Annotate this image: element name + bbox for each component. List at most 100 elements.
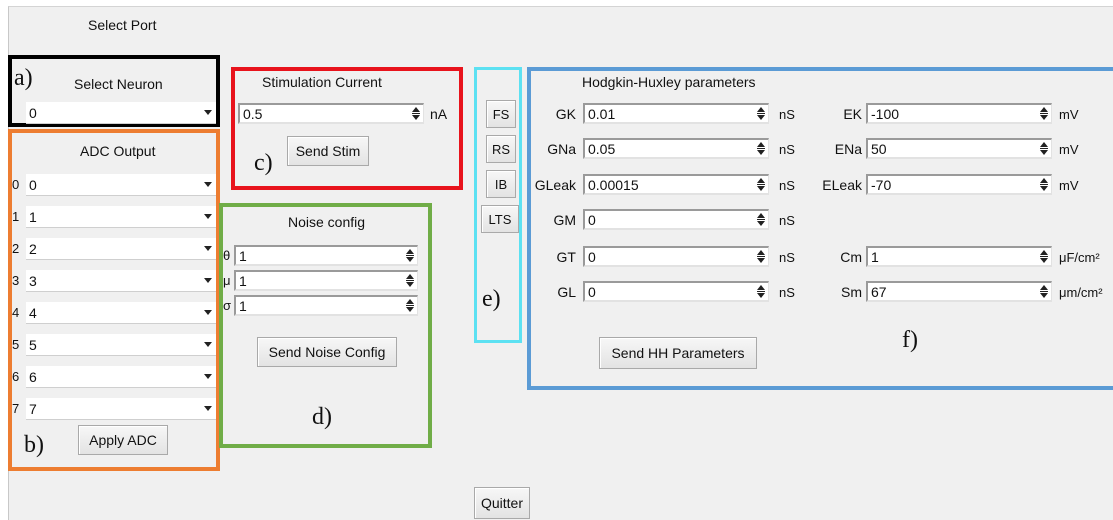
spin-arrows-icon[interactable] — [1040, 283, 1048, 300]
spin-arrows-icon[interactable] — [1040, 105, 1048, 122]
noise-param-symbol: μ — [223, 273, 231, 288]
spin-arrows-icon[interactable] — [1040, 176, 1048, 193]
send-noise-config-button[interactable]: Send Noise Config — [257, 337, 397, 367]
spin-arrows-icon[interactable] — [406, 297, 414, 314]
spin-arrows-icon[interactable] — [1040, 140, 1048, 157]
hh-param-unit: nS — [779, 250, 795, 265]
chevron-down-icon — [204, 214, 212, 219]
preset-button-lts[interactable]: LTS — [481, 205, 519, 233]
preset-button-rs[interactable]: RS — [486, 135, 516, 163]
noise-param-input-value: 1 — [239, 298, 247, 314]
hh-param-input-value: 0 — [588, 212, 596, 228]
spin-arrows-icon[interactable] — [406, 247, 414, 264]
spin-arrows-icon[interactable] — [757, 211, 765, 228]
hh-param-input[interactable]: 67 — [866, 281, 1052, 302]
hh-param-input-value: 50 — [871, 141, 887, 157]
hh-param-label: GNa — [547, 141, 576, 157]
panel-tag-a: a) — [14, 65, 33, 91]
hh-param-unit: nS — [779, 178, 795, 193]
send-stim-button[interactable]: Send Stim — [287, 136, 369, 166]
chevron-down-icon — [204, 374, 212, 379]
hh-param-input-value: -70 — [871, 177, 892, 193]
adc-output-select-value: 0 — [29, 176, 37, 193]
adc-output-select[interactable]: 6 — [26, 366, 216, 388]
chevron-down-icon — [204, 406, 212, 411]
adc-output-select[interactable]: 2 — [26, 238, 216, 260]
noise-param-input[interactable]: 1 — [234, 245, 418, 266]
quit-button[interactable]: Quitter — [474, 487, 530, 519]
hh-param-label: GT — [556, 249, 576, 265]
adc-output-select[interactable]: 4 — [26, 302, 216, 324]
adc-output-select[interactable]: 1 — [26, 206, 216, 228]
hh-param-input[interactable]: 0 — [583, 246, 769, 267]
adc-row-index: 6 — [12, 369, 20, 384]
spin-arrows-icon[interactable] — [757, 176, 765, 193]
adc-output-select-value: 7 — [29, 400, 37, 417]
spin-arrows-icon[interactable] — [406, 272, 414, 289]
adc-output-title: ADC Output — [80, 143, 156, 159]
adc-row-index: 2 — [12, 241, 20, 256]
adc-output-select[interactable]: 5 — [26, 334, 216, 356]
noise-param-symbol: θ — [223, 248, 231, 263]
hh-param-input[interactable]: -100 — [866, 103, 1052, 124]
chevron-down-icon — [204, 342, 212, 347]
hh-param-input-value: 0.01 — [588, 106, 616, 122]
hh-param-input[interactable]: 0 — [583, 209, 769, 230]
chevron-down-icon — [204, 246, 212, 251]
panel-tag-c: c) — [254, 150, 273, 176]
hh-param-input-value: -100 — [871, 106, 900, 122]
preset-button-ib[interactable]: IB — [486, 170, 516, 198]
stim-unit: nA — [430, 106, 448, 122]
stimulation-title: Stimulation Current — [262, 74, 382, 90]
adc-output-select[interactable]: 7 — [26, 398, 216, 420]
select-neuron-title: Select Neuron — [74, 76, 163, 92]
hh-param-label: GK — [555, 106, 576, 122]
spin-arrows-icon[interactable] — [757, 140, 765, 157]
adc-output-select-value: 3 — [29, 272, 37, 289]
hh-param-input[interactable]: 0.00015 — [583, 174, 769, 195]
adc-row-index: 3 — [12, 273, 20, 288]
select-port-button[interactable]: Select Port — [88, 17, 156, 33]
hh-param-input-value: 0.05 — [588, 141, 616, 157]
hh-param-input-value: 1 — [871, 249, 879, 265]
adc-output-select-value: 1 — [29, 208, 37, 225]
hh-param-label: Sm — [841, 284, 862, 300]
hh-param-unit: mV — [1059, 107, 1079, 122]
adc-output-select-value: 4 — [29, 304, 37, 321]
spin-arrows-icon[interactable] — [412, 105, 420, 122]
hh-param-unit: nS — [779, 285, 795, 300]
hh-param-input[interactable]: 50 — [866, 138, 1052, 159]
neuron-select[interactable]: 0 — [26, 102, 216, 124]
spin-arrows-icon[interactable] — [757, 105, 765, 122]
adc-output-select[interactable]: 3 — [26, 270, 216, 292]
hh-param-label: ELeak — [822, 177, 862, 193]
stim-current-input[interactable]: 0.5 — [238, 103, 424, 124]
noise-param-input[interactable]: 1 — [234, 270, 418, 291]
adc-row-index: 0 — [12, 177, 20, 192]
hh-param-input[interactable]: 0 — [583, 281, 769, 302]
adc-row-index: 4 — [12, 305, 20, 320]
hh-param-input[interactable]: 1 — [866, 246, 1052, 267]
noise-param-input[interactable]: 1 — [234, 295, 418, 316]
adc-output-select-value: 5 — [29, 336, 37, 353]
hh-param-input[interactable]: 0.01 — [583, 103, 769, 124]
apply-adc-button[interactable]: Apply ADC — [78, 425, 168, 455]
preset-button-fs[interactable]: FS — [486, 100, 516, 128]
adc-output-select[interactable]: 0 — [26, 174, 216, 196]
spin-arrows-icon[interactable] — [1040, 248, 1048, 265]
spin-arrows-icon[interactable] — [757, 248, 765, 265]
hh-param-label: ENa — [834, 141, 862, 157]
send-hh-parameters-button[interactable]: Send HH Parameters — [599, 337, 757, 369]
noise-config-title: Noise config — [288, 214, 366, 230]
hh-param-input[interactable]: 0.05 — [583, 138, 769, 159]
hh-param-label: GLeak — [534, 177, 576, 193]
adc-row-index: 7 — [12, 401, 20, 416]
hh-param-input[interactable]: -70 — [866, 174, 1052, 195]
hh-param-label: EK — [843, 106, 862, 122]
hh-param-unit: nS — [779, 142, 795, 157]
hh-param-input-value: 0 — [588, 249, 596, 265]
hh-param-unit: nS — [779, 213, 795, 228]
chevron-down-icon — [204, 278, 212, 283]
adc-output-select-value: 6 — [29, 368, 37, 385]
spin-arrows-icon[interactable] — [757, 283, 765, 300]
